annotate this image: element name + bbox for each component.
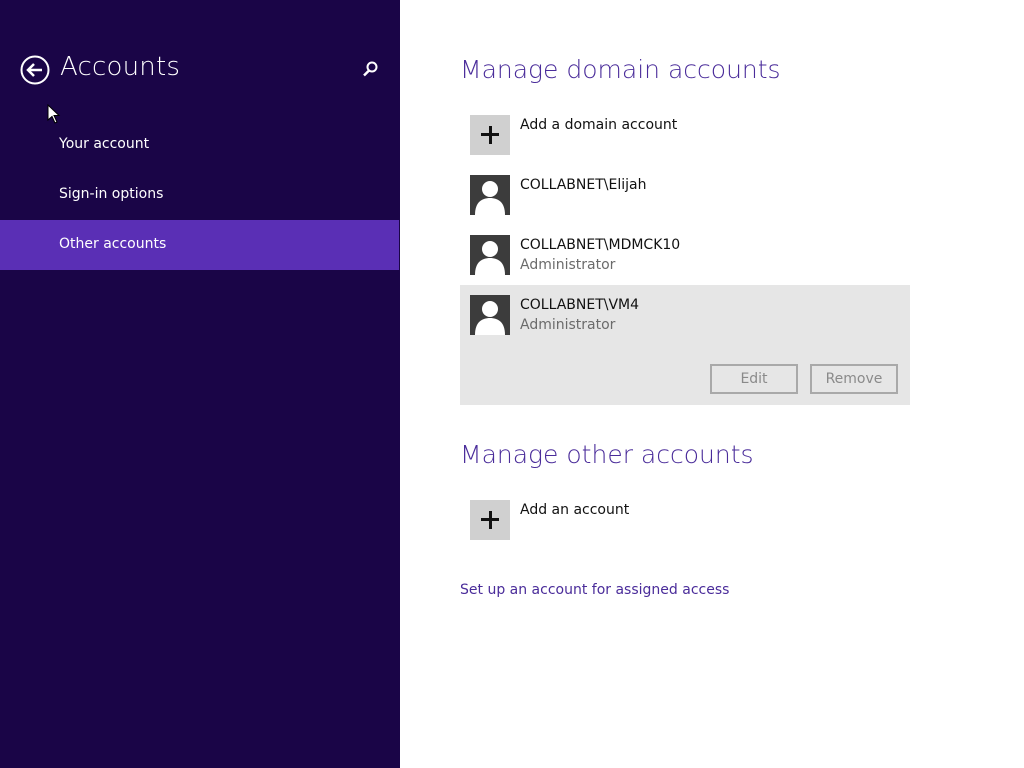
user-avatar-icon <box>470 235 510 275</box>
user-avatar-icon <box>470 295 510 335</box>
add-domain-account-label: Add a domain account <box>520 117 678 133</box>
account-name: COLLABNET\VM4 <box>520 297 640 313</box>
add-account-label: Add an account <box>520 502 630 518</box>
account-name: COLLABNET\Elijah <box>520 177 647 193</box>
sidebar-item-label: Other accounts <box>59 236 167 252</box>
assigned-access-link[interactable]: Set up an account for assigned access <box>460 582 729 598</box>
account-role: Administrator <box>520 317 616 333</box>
account-name: COLLABNET\MDMCK10 <box>520 237 681 253</box>
sidebar-item-label: Your account <box>59 136 150 152</box>
sidebar-item-other-accounts[interactable]: Other accounts <box>0 220 399 270</box>
edit-button[interactable]: Edit <box>710 364 798 394</box>
sidebar-item-your-account[interactable]: Your account <box>0 120 399 170</box>
plus-icon <box>470 500 510 540</box>
plus-icon <box>470 115 510 155</box>
page-title: Accounts <box>60 52 181 82</box>
other-accounts-heading: Manage other accounts <box>460 440 754 469</box>
sidebar-item-sign-in-options[interactable]: Sign-in options <box>0 170 399 220</box>
user-avatar-icon <box>470 175 510 215</box>
mouse-cursor-icon <box>47 103 61 124</box>
sidebar-item-label: Sign-in options <box>59 186 164 202</box>
remove-button[interactable]: Remove <box>810 364 898 394</box>
domain-accounts-heading: Manage domain accounts <box>460 55 781 84</box>
back-arrow-icon[interactable] <box>20 55 50 85</box>
search-icon[interactable] <box>360 60 380 80</box>
account-role: Administrator <box>520 257 616 273</box>
left-pane: Accounts Your account Sign-in options Ot… <box>0 0 400 768</box>
